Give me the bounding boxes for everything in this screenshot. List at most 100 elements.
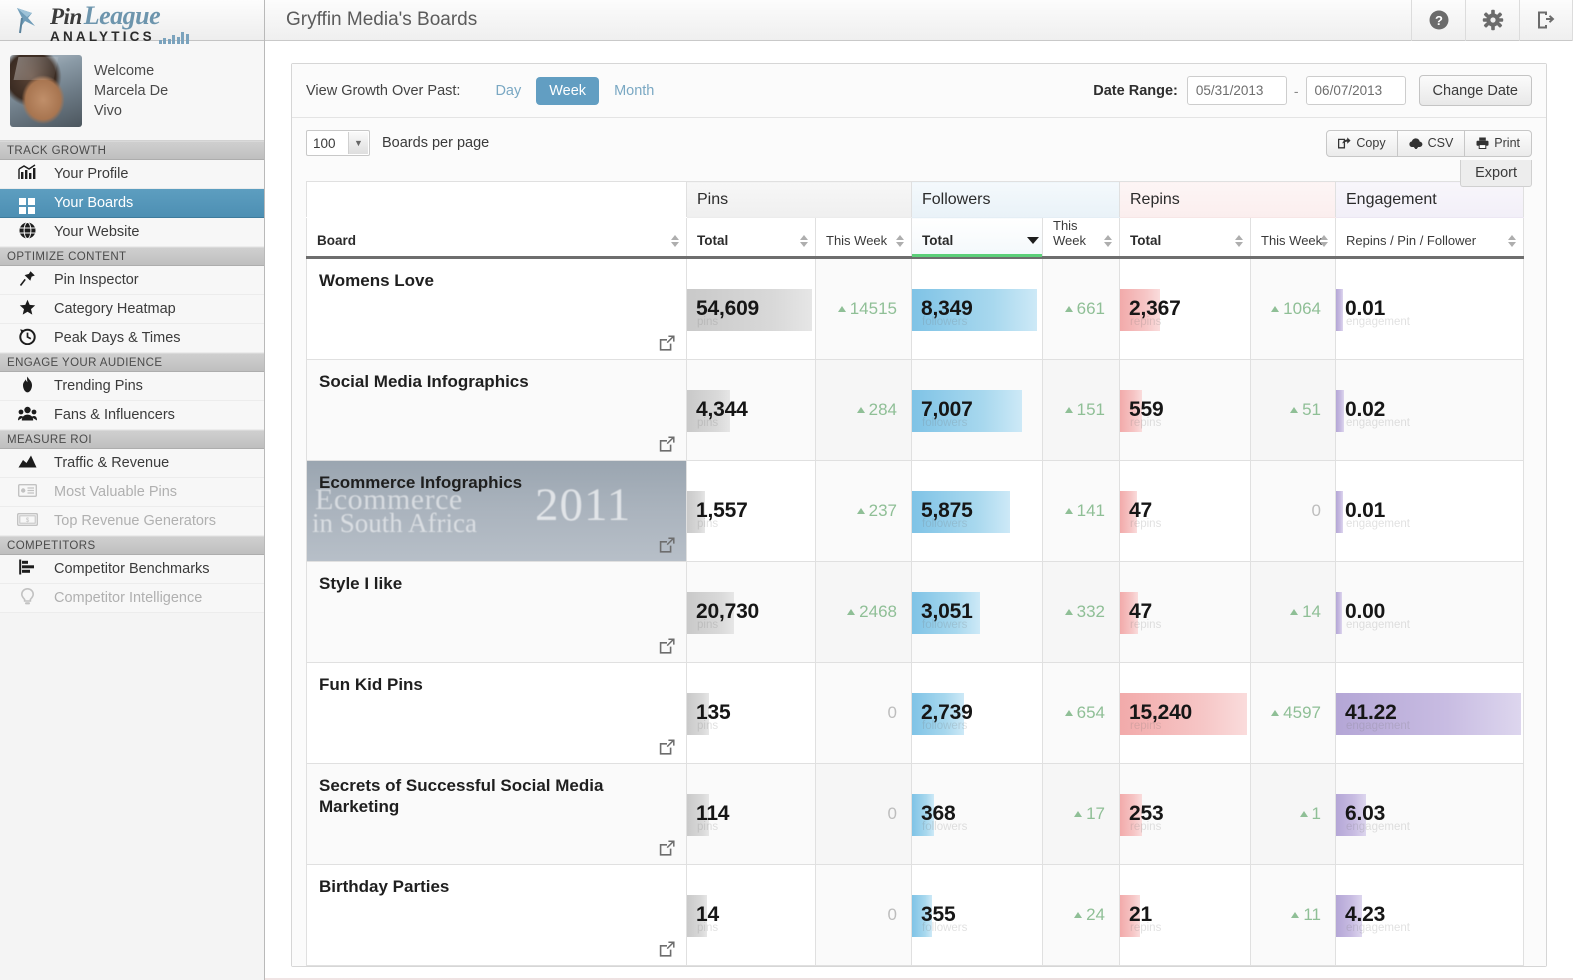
delta-value: 4597 bbox=[1283, 703, 1321, 722]
sidebar-group-title: TRACK GROWTH bbox=[0, 141, 264, 160]
grid-icon bbox=[12, 193, 42, 214]
table-row[interactable]: Style I like 20,730 pins 2468 3,051 followers… bbox=[306, 561, 1524, 663]
user-name-line1: Marcela De bbox=[94, 82, 169, 99]
sidebar-item-your-website[interactable]: Your Website bbox=[0, 218, 264, 247]
date-to-input[interactable] bbox=[1305, 76, 1406, 105]
trend-up-icon bbox=[1290, 407, 1299, 413]
table-scroll-region[interactable]: Pins Followers Repins Engagement Board Total… bbox=[292, 168, 1546, 966]
sidebar-item-most-valuable-pins: Most Valuable Pins bbox=[0, 478, 264, 507]
column-header-label: This Week bbox=[1261, 233, 1323, 248]
sidebar-item-fans-influencers[interactable]: Fans & Influencers bbox=[0, 401, 264, 430]
table-row[interactable]: Ecommercein South Africa2011It is exciti… bbox=[306, 460, 1524, 562]
group-header-rep: Repins bbox=[1119, 181, 1336, 218]
sidebar-item-label: Fans & Influencers bbox=[54, 407, 175, 423]
sidebar-item-your-profile[interactable]: Your Profile bbox=[0, 160, 264, 189]
export-button-label: Copy bbox=[1356, 136, 1386, 150]
column-header-label: Board bbox=[317, 233, 357, 248]
date-from-input[interactable] bbox=[1186, 76, 1287, 105]
sidebar-item-peak-days-times[interactable]: Peak Days & Times bbox=[0, 324, 264, 353]
export-print-button[interactable]: Print bbox=[1464, 129, 1532, 157]
cell-pins-total: 114 pins bbox=[686, 763, 816, 865]
cell-eng-total: 0.01 engagement bbox=[1335, 257, 1524, 360]
sublabel-fol: followers bbox=[922, 417, 968, 429]
chevron-down-icon: ▼ bbox=[348, 132, 368, 154]
column-header-this-week-2[interactable]: This Week bbox=[815, 217, 912, 259]
cell-board-name[interactable]: Fun Kid Pins bbox=[306, 662, 687, 764]
sidebar-item-pin-inspector[interactable]: Pin Inspector bbox=[0, 266, 264, 295]
sidebar-item-your-boards[interactable]: Your Boards bbox=[0, 189, 264, 218]
board-name: Ecommerce Infographics bbox=[319, 473, 523, 492]
trend-up-icon bbox=[847, 609, 856, 615]
cell-repins-this-week: 0 bbox=[1250, 460, 1336, 562]
cell-fol-total: 355 followers bbox=[911, 864, 1043, 966]
help-icon-glyph: ? bbox=[1429, 10, 1448, 30]
delta-value: 1 bbox=[1311, 804, 1321, 823]
column-header-this-week-4[interactable]: This Week bbox=[1042, 217, 1120, 259]
column-header-total-3[interactable]: Total bbox=[911, 217, 1043, 259]
export-tab-button[interactable]: Export bbox=[1460, 160, 1532, 187]
open-external-icon[interactable] bbox=[659, 941, 675, 957]
trend-up-icon bbox=[1074, 811, 1083, 817]
main-area: Gryffin Media's Boards ? View Growth Ove… bbox=[265, 0, 1573, 980]
delta-value: 51 bbox=[1302, 400, 1321, 419]
cell-pins-this-week: 0 bbox=[815, 763, 912, 865]
table-row[interactable]: Secrets of Successful Social Media Marke… bbox=[306, 763, 1524, 865]
board-name: Birthday Parties bbox=[319, 877, 450, 896]
money-note-icon bbox=[12, 483, 42, 501]
sidebar-item-category-heatmap[interactable]: Category Heatmap bbox=[0, 295, 264, 324]
cell-board-name[interactable]: Social Media Infographics bbox=[306, 359, 687, 461]
sublabel-pins: pins bbox=[697, 821, 719, 833]
delta-value: 24 bbox=[1086, 905, 1105, 924]
export-copy-button[interactable]: Copy bbox=[1326, 129, 1398, 157]
table-row[interactable]: Birthday Parties 14 pins 0 355 followers 24 21 r… bbox=[306, 864, 1524, 966]
help-icon[interactable]: ? bbox=[1411, 0, 1465, 41]
open-external-icon[interactable] bbox=[659, 335, 675, 351]
table-row[interactable]: Womens Love 54,609 pins 14515 8,349 followers… bbox=[306, 257, 1524, 360]
open-external-icon[interactable] bbox=[659, 436, 675, 452]
range-month-button[interactable]: Month bbox=[601, 77, 667, 105]
trend-up-icon bbox=[1064, 609, 1073, 615]
sort-both-icon bbox=[671, 234, 680, 247]
boards-per-page-select[interactable]: 100 ▼ bbox=[306, 130, 370, 156]
delta-value: 0 bbox=[887, 905, 897, 924]
change-date-button[interactable]: Change Date bbox=[1418, 75, 1532, 106]
sidebar-item-label: Your Boards bbox=[54, 195, 134, 211]
growth-label: View Growth Over Past: bbox=[306, 82, 461, 99]
trend-up-icon bbox=[1064, 508, 1073, 514]
user-profile[interactable]: Welcome Marcela De Vivo bbox=[0, 41, 264, 141]
board-name: Secrets of Successful Social Media Marke… bbox=[319, 776, 604, 816]
gear-icon[interactable] bbox=[1465, 0, 1519, 41]
sidebar-item-competitor-benchmarks[interactable]: Competitor Benchmarks bbox=[0, 555, 264, 584]
sidebar-item-trending-pins[interactable]: Trending Pins bbox=[0, 372, 264, 401]
cell-board-name[interactable]: Ecommercein South Africa2011It is exciti… bbox=[306, 460, 687, 562]
export-csv-button[interactable]: CSV bbox=[1396, 129, 1466, 157]
cell-fol-total: 368 followers bbox=[911, 763, 1043, 865]
delta-value: 237 bbox=[868, 501, 897, 520]
open-external-icon[interactable] bbox=[659, 537, 675, 553]
column-header-total-5[interactable]: Total bbox=[1119, 217, 1251, 259]
group-header-row: Pins Followers Repins Engagement bbox=[306, 181, 1524, 218]
open-external-icon[interactable] bbox=[659, 739, 675, 755]
sublabel-eng: engagement bbox=[1346, 922, 1410, 934]
column-header-this-week-6[interactable]: This Week bbox=[1250, 217, 1336, 259]
table-row[interactable]: Fun Kid Pins 135 pins 0 2,739 followers 654 15,… bbox=[306, 662, 1524, 764]
column-header-board-0[interactable]: Board bbox=[306, 217, 687, 259]
cell-board-name[interactable]: Birthday Parties bbox=[306, 864, 687, 966]
open-external-icon[interactable] bbox=[659, 840, 675, 856]
welcome-label: Welcome bbox=[94, 62, 155, 79]
range-week-button[interactable]: Week bbox=[536, 76, 600, 105]
logout-icon[interactable] bbox=[1519, 0, 1573, 41]
column-header-total-1[interactable]: Total bbox=[686, 217, 816, 259]
table-row[interactable]: Social Media Infographics 4,344 pins 284 7,0… bbox=[306, 359, 1524, 461]
sidebar-item-traffic-revenue[interactable]: Traffic & Revenue bbox=[0, 449, 264, 478]
column-header-repins-pin-follower-7[interactable]: Repins / Pin / Follower bbox=[1335, 217, 1524, 259]
range-day-button[interactable]: Day bbox=[482, 77, 534, 105]
cell-board-name[interactable]: Womens Love bbox=[306, 257, 687, 360]
cell-board-name[interactable]: Style I like bbox=[306, 561, 687, 663]
cell-board-name[interactable]: Secrets of Successful Social Media Marke… bbox=[306, 763, 687, 865]
trend-up-icon bbox=[856, 508, 865, 514]
brand-header[interactable]: Pin League ANALYTICS bbox=[0, 0, 264, 44]
delta-value: 151 bbox=[1076, 400, 1105, 419]
open-external-icon[interactable] bbox=[659, 638, 675, 654]
sublabel-rep: repins bbox=[1130, 821, 1162, 833]
